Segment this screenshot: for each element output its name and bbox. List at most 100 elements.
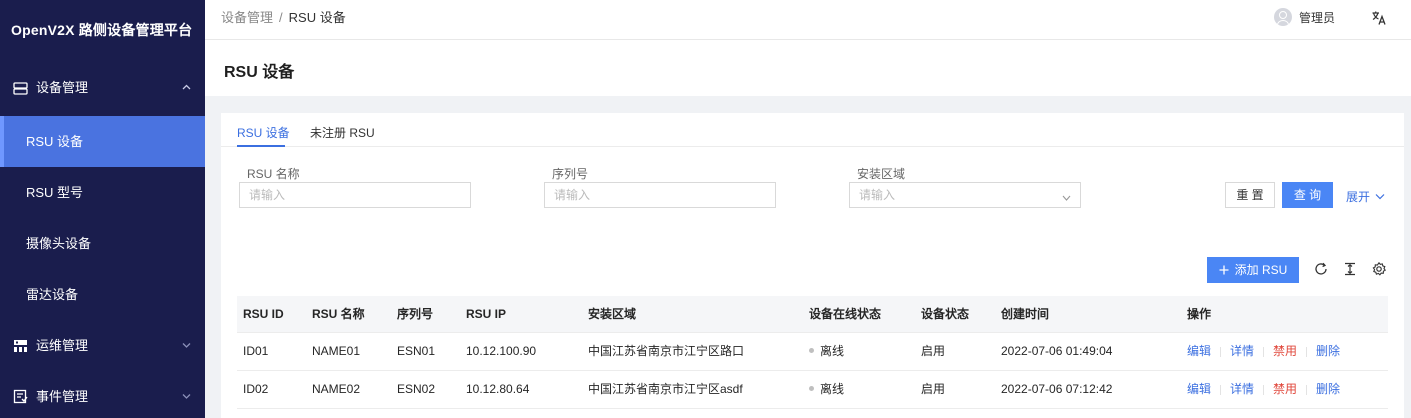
tab-bar: RSU 设备 未注册 RSU xyxy=(221,113,1404,147)
ops-icon xyxy=(12,338,28,354)
divider xyxy=(1306,346,1308,357)
detail-link[interactable]: 详情 xyxy=(1230,344,1254,358)
sidebar-item-rsu-model[interactable]: RSU 型号 xyxy=(0,167,205,218)
column-height-icon[interactable] xyxy=(1343,262,1357,276)
breadcrumb-current: RSU 设备 xyxy=(288,10,346,25)
settings-icon[interactable] xyxy=(1372,261,1387,276)
chevron-down-icon xyxy=(1375,194,1385,200)
cell-device-status: 启用 xyxy=(921,344,946,358)
column-header-actions: 操作 xyxy=(1187,307,1212,321)
rsu-name-input[interactable] xyxy=(239,182,471,208)
column-header-rsu-name: RSU 名称 xyxy=(312,307,365,321)
rsu-table: RSU ID RSU 名称 序列号 RSU IP 安装区域 设备在线状态 设备状… xyxy=(237,296,1388,409)
filter-label-serial: 序列号 xyxy=(552,167,589,181)
reset-button[interactable]: 重 置 xyxy=(1225,182,1275,208)
refresh-icon[interactable] xyxy=(1314,262,1328,276)
tab-rsu-device[interactable]: RSU 设备 xyxy=(237,124,290,141)
page-title: RSU 设备 xyxy=(224,64,295,81)
table-row: ID02 NAME02 ESN02 10.12.80.64 中国江苏省南京市江宁… xyxy=(237,371,1388,409)
cell-serial: ESN01 xyxy=(397,344,436,358)
sidebar-group-label: 运维管理 xyxy=(36,338,89,353)
tab-unregistered-rsu[interactable]: 未注册 RSU xyxy=(310,124,375,141)
cell-online-status: 离线 xyxy=(809,371,844,408)
divider xyxy=(1263,346,1265,357)
disable-link[interactable]: 禁用 xyxy=(1273,344,1297,358)
table-header: RSU ID RSU 名称 序列号 RSU IP 安装区域 设备在线状态 设备状… xyxy=(237,296,1388,333)
column-header-rsu-ip: RSU IP xyxy=(466,307,507,321)
column-header-device-status: 设备状态 xyxy=(921,307,970,321)
tab-active-indicator xyxy=(237,145,285,147)
expand-label: 展开 xyxy=(1346,190,1371,204)
event-icon xyxy=(12,389,28,405)
online-status-text: 离线 xyxy=(820,382,845,396)
translate-icon[interactable] xyxy=(1371,10,1387,26)
add-rsu-label: 添加 RSU xyxy=(1234,263,1288,277)
serial-number-input[interactable] xyxy=(544,182,776,208)
top-header: 设备管理 / RSU 设备 管理员 xyxy=(205,0,1411,40)
filter-label-area: 安装区域 xyxy=(857,167,906,181)
detail-link[interactable]: 详情 xyxy=(1230,382,1254,396)
cell-rsu-id: ID01 xyxy=(243,344,269,358)
sidebar-item-rsu-device[interactable]: RSU 设备 xyxy=(0,116,205,167)
sidebar-group-label: 设备管理 xyxy=(36,80,89,95)
cell-device-status: 启用 xyxy=(921,382,946,396)
column-header-online-status: 设备在线状态 xyxy=(809,307,882,321)
edit-link[interactable]: 编辑 xyxy=(1187,344,1211,358)
disable-link[interactable]: 禁用 xyxy=(1273,382,1297,396)
cell-rsu-name: NAME02 xyxy=(312,382,361,396)
chevron-down-icon xyxy=(182,320,191,371)
sidebar-item-camera-device[interactable]: 摄像头设备 xyxy=(0,218,205,269)
status-dot xyxy=(809,348,814,354)
sidebar: OpenV2X 路侧设备管理平台 设备管理 RSU 设备 RSU 型号 摄像头设… xyxy=(0,0,205,418)
column-header-rsu-id: RSU ID xyxy=(243,307,284,321)
cell-actions: 编辑 详情 禁用 删除 xyxy=(1187,333,1340,370)
device-icon xyxy=(12,80,28,96)
table-row: ID01 NAME01 ESN01 10.12.100.90 中国江苏省南京市江… xyxy=(237,333,1388,371)
breadcrumb-item[interactable]: 设备管理 xyxy=(221,10,273,25)
column-header-serial: 序列号 xyxy=(397,307,434,321)
edit-link[interactable]: 编辑 xyxy=(1187,382,1211,396)
cell-actions: 编辑 详情 禁用 删除 xyxy=(1187,371,1340,408)
chevron-down-icon xyxy=(1062,190,1071,201)
divider xyxy=(1220,346,1222,357)
sidebar-group-device-management[interactable]: 设备管理 xyxy=(0,60,205,116)
online-status-text: 离线 xyxy=(820,344,845,358)
chevron-up-icon xyxy=(182,60,191,116)
add-rsu-button[interactable]: 添加 RSU xyxy=(1207,257,1299,283)
plus-icon xyxy=(1219,265,1229,275)
chevron-down-icon xyxy=(182,371,191,418)
cell-rsu-name: NAME01 xyxy=(312,344,361,358)
cell-online-status: 离线 xyxy=(809,333,844,370)
column-header-install-area: 安装区域 xyxy=(588,307,637,321)
cell-install-area: 中国江苏省南京市江宁区asdf xyxy=(588,382,743,396)
avatar xyxy=(1273,8,1292,26)
cell-created-time: 2022-07-06 07:12:42 xyxy=(1001,382,1113,396)
sidebar-group-label: 事件管理 xyxy=(36,389,89,404)
cell-serial: ESN02 xyxy=(397,382,436,396)
cell-rsu-ip: 10.12.100.90 xyxy=(466,344,537,358)
divider xyxy=(1306,384,1308,395)
expand-filters-button[interactable]: 展开 xyxy=(1346,188,1385,205)
filter-label-name: RSU 名称 xyxy=(247,167,300,181)
divider xyxy=(1220,384,1222,395)
sidebar-group-ops-management[interactable]: 运维管理 xyxy=(0,320,205,371)
delete-link[interactable]: 删除 xyxy=(1316,382,1340,396)
delete-link[interactable]: 删除 xyxy=(1316,344,1340,358)
query-button[interactable]: 查 询 xyxy=(1282,182,1333,208)
user-menu[interactable]: 管理员 xyxy=(1273,8,1335,26)
cell-rsu-id: ID02 xyxy=(243,382,269,396)
sidebar-item-radar-device[interactable]: 雷达设备 xyxy=(0,269,205,320)
breadcrumb: 设备管理 / RSU 设备 xyxy=(221,0,346,36)
install-area-select[interactable] xyxy=(849,182,1081,208)
breadcrumb-separator: / xyxy=(279,10,283,25)
cell-install-area: 中国江苏省南京市江宁区路口 xyxy=(588,344,745,358)
cell-rsu-ip: 10.12.80.64 xyxy=(466,382,530,396)
cell-created-time: 2022-07-06 01:49:04 xyxy=(1001,344,1113,358)
status-dot xyxy=(809,386,814,392)
user-name: 管理员 xyxy=(1298,10,1335,25)
column-header-created-time: 创建时间 xyxy=(1001,307,1050,321)
content-card: RSU 设备 未注册 RSU RSU 名称 序列号 安装区域 重 置 查 询 展… xyxy=(221,113,1404,418)
app-title: OpenV2X 路侧设备管理平台 xyxy=(11,22,193,38)
page-header: RSU 设备 xyxy=(205,40,1411,96)
sidebar-group-event-management[interactable]: 事件管理 xyxy=(0,371,205,418)
